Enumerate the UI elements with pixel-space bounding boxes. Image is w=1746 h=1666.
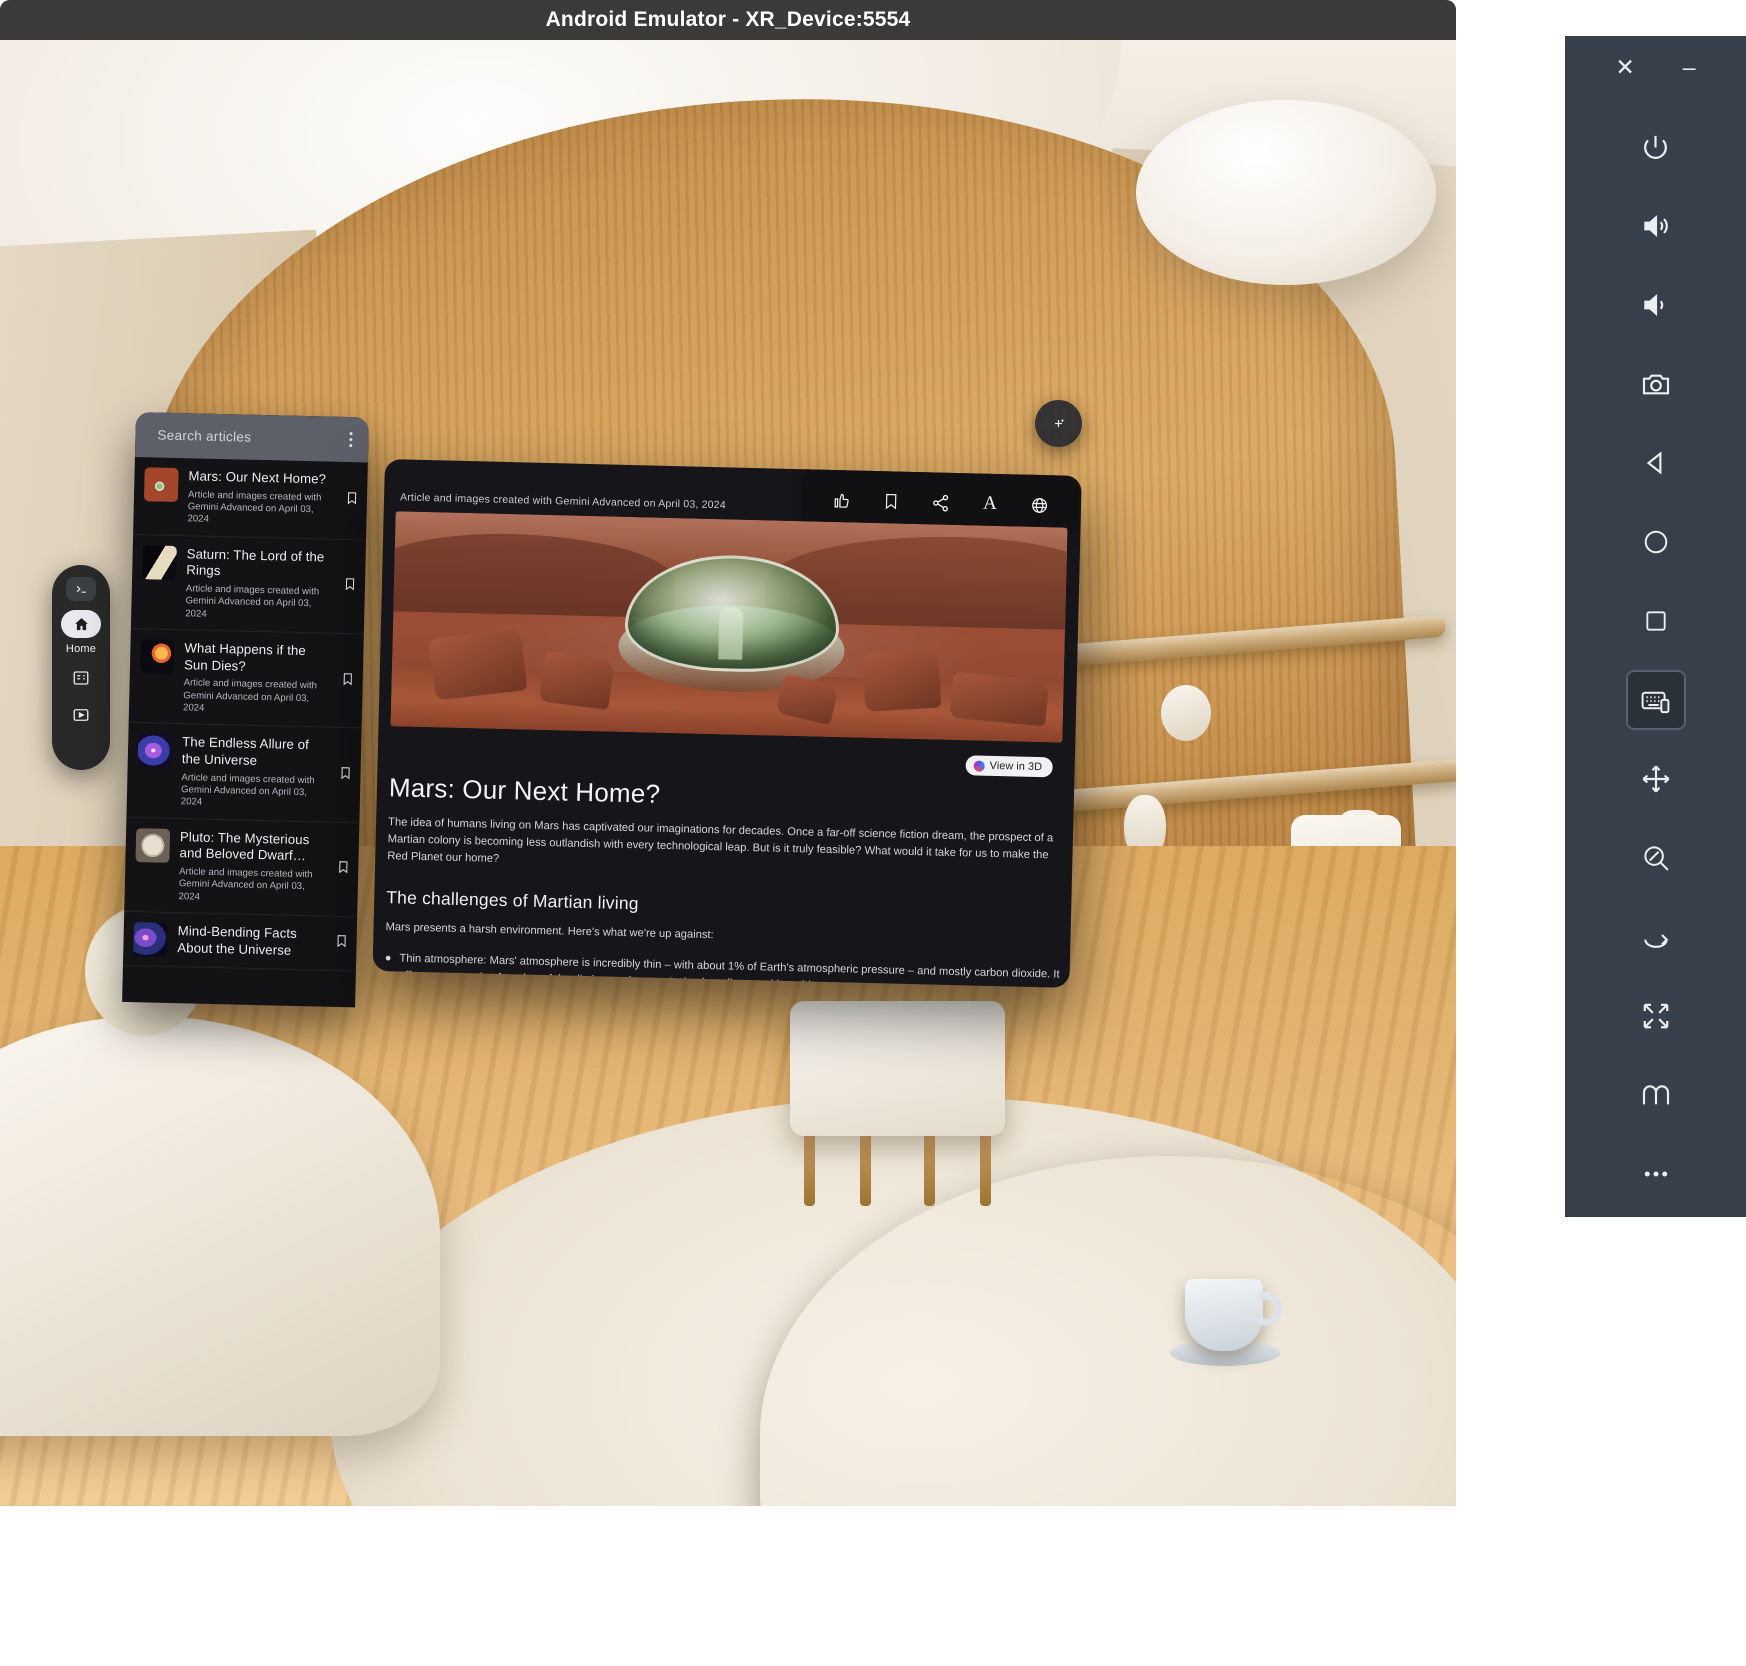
list-item-subtitle: Article and images created with Gemini A… xyxy=(185,583,331,623)
article-action-toolbar[interactable]: A xyxy=(805,467,1077,530)
move-icon[interactable] xyxy=(1626,749,1686,809)
search-bar[interactable] xyxy=(135,412,369,462)
list-item[interactable]: What Happens if the Sun Dies?Article and… xyxy=(129,629,364,729)
view-in-3d-label: View in 3D xyxy=(990,760,1043,773)
list-item-title: Saturn: The Lord of the Rings xyxy=(186,546,332,583)
article-thumbnail xyxy=(133,922,168,957)
rotate-icon[interactable] xyxy=(1626,907,1686,967)
article-thumbnail xyxy=(144,467,179,502)
scene-ottoman xyxy=(790,1001,1005,1136)
emulator-toolbar-body: ✕ – xyxy=(1565,36,1746,1217)
list-item[interactable]: The Endless Allure of the UniverseArticl… xyxy=(126,723,361,823)
bookmark-icon[interactable] xyxy=(874,486,909,517)
scene-coffee-cup xyxy=(1185,1279,1263,1351)
bookmark-icon[interactable] xyxy=(343,577,357,596)
back-icon[interactable] xyxy=(1626,433,1686,493)
article-thumbnail xyxy=(140,639,175,674)
emulator-window-controls: ✕ – xyxy=(1565,36,1746,98)
bookmark-icon[interactable] xyxy=(334,934,348,953)
article-section-heading: The challenges of Martian living xyxy=(386,887,1062,925)
article-paragraph: The idea of humans living on Mars has ca… xyxy=(387,814,1064,882)
list-item-subtitle: Article and images created with Gemini A… xyxy=(183,678,329,718)
text-format-icon[interactable]: A xyxy=(973,488,1008,519)
home-icon xyxy=(73,616,90,633)
list-item-title: Mind-Bending Facts About the Universe xyxy=(177,923,323,960)
xr-scene: Home xyxy=(0,40,1456,1506)
xr-taskbar-dock[interactable]: Home xyxy=(52,565,110,770)
power-icon[interactable] xyxy=(1626,117,1686,177)
article-thumbnail xyxy=(142,545,177,580)
camera-icon[interactable] xyxy=(1626,354,1686,414)
scene-ceiling-lamp xyxy=(1136,100,1436,285)
dock-item-home[interactable] xyxy=(61,610,101,638)
article-body: Mars: Our Next Home? The idea of humans … xyxy=(384,772,1065,988)
volume-up-icon[interactable] xyxy=(1626,196,1686,256)
dock-item-apps[interactable] xyxy=(64,664,98,692)
scene-cup-handle xyxy=(1252,1292,1282,1326)
home-circle-icon[interactable] xyxy=(1626,512,1686,572)
article-panel: Article and images created with Gemini A… xyxy=(372,459,1081,988)
emulator-window: Android Emulator - XR_Device:5554 xyxy=(0,0,1456,1506)
bookmark-icon[interactable] xyxy=(338,766,352,785)
scene-ottoman-legs xyxy=(800,1128,995,1206)
share-icon[interactable] xyxy=(923,487,958,518)
thumbs-up-icon[interactable] xyxy=(824,485,859,516)
article-list-panel: Mars: Our Next Home?Article and images c… xyxy=(122,412,369,1007)
recenter-icon[interactable] xyxy=(1626,986,1686,1046)
more-icon[interactable] xyxy=(1626,1144,1686,1204)
terminal-icon[interactable] xyxy=(66,577,96,601)
emulator-side-toolbar: ✕ – xyxy=(1565,0,1746,1666)
minimize-icon[interactable]: – xyxy=(1683,56,1696,79)
list-item-subtitle: Article and images created with Gemini A… xyxy=(187,489,333,529)
list-item-subtitle: Article and images created with Gemini A… xyxy=(181,772,327,812)
list-item-title: Pluto: The Mysterious and Beloved Dwarf… xyxy=(179,829,325,866)
keyboard-icon[interactable] xyxy=(1626,670,1686,730)
window-titlebar: Android Emulator - XR_Device:5554 xyxy=(0,0,1456,40)
search-input[interactable] xyxy=(157,428,334,447)
globe-icon[interactable] xyxy=(1022,490,1057,521)
passthrough-icon[interactable] xyxy=(1626,1065,1686,1125)
list-item[interactable]: Pluto: The Mysterious and Beloved Dwarf…… xyxy=(124,817,359,917)
video-icon xyxy=(72,706,90,724)
volume-down-icon[interactable] xyxy=(1626,275,1686,335)
article-thumbnail xyxy=(135,828,170,863)
gemini-sparkle-icon xyxy=(974,760,985,771)
list-item-title: Mars: Our Next Home? xyxy=(188,468,333,488)
article-meta: Article and images created with Gemini A… xyxy=(400,491,726,511)
list-item[interactable]: Saturn: The Lord of the RingsArticle and… xyxy=(131,535,366,635)
bookmark-icon[interactable] xyxy=(340,671,354,690)
kebab-menu-icon[interactable] xyxy=(343,428,359,451)
bookmark-icon[interactable] xyxy=(336,860,350,879)
view-in-3d-button[interactable]: View in 3D xyxy=(965,755,1053,777)
article-hero-image xyxy=(390,511,1067,742)
sparkle-plus-icon xyxy=(1050,415,1067,432)
zoom-icon[interactable] xyxy=(1626,828,1686,888)
bookmark-icon[interactable] xyxy=(345,491,359,510)
dock-item-media[interactable] xyxy=(64,701,98,729)
list-item[interactable]: Mars: Our Next Home?Article and images c… xyxy=(133,457,368,540)
window-title: Android Emulator - XR_Device:5554 xyxy=(546,8,911,32)
close-icon[interactable]: ✕ xyxy=(1615,56,1634,79)
list-item-title: What Happens if the Sun Dies? xyxy=(184,640,330,677)
list-item-title: The Endless Allure of the Universe xyxy=(182,734,328,771)
dock-home-label: Home xyxy=(66,643,96,655)
ai-assist-orb-button[interactable] xyxy=(1035,400,1082,447)
article-thumbnail xyxy=(138,733,173,768)
list-icon xyxy=(72,669,90,687)
overview-square-icon[interactable] xyxy=(1626,591,1686,651)
list-item[interactable]: Mind-Bending Facts About the Universe xyxy=(123,912,357,971)
list-item-subtitle: Article and images created with Gemini A… xyxy=(178,866,324,906)
article-title: Mars: Our Next Home? xyxy=(389,772,1066,820)
scene-vase xyxy=(1161,685,1211,741)
article-intro: Mars presents a harsh environment. Here'… xyxy=(385,919,1061,953)
article-list[interactable]: Mars: Our Next Home?Article and images c… xyxy=(123,457,368,971)
